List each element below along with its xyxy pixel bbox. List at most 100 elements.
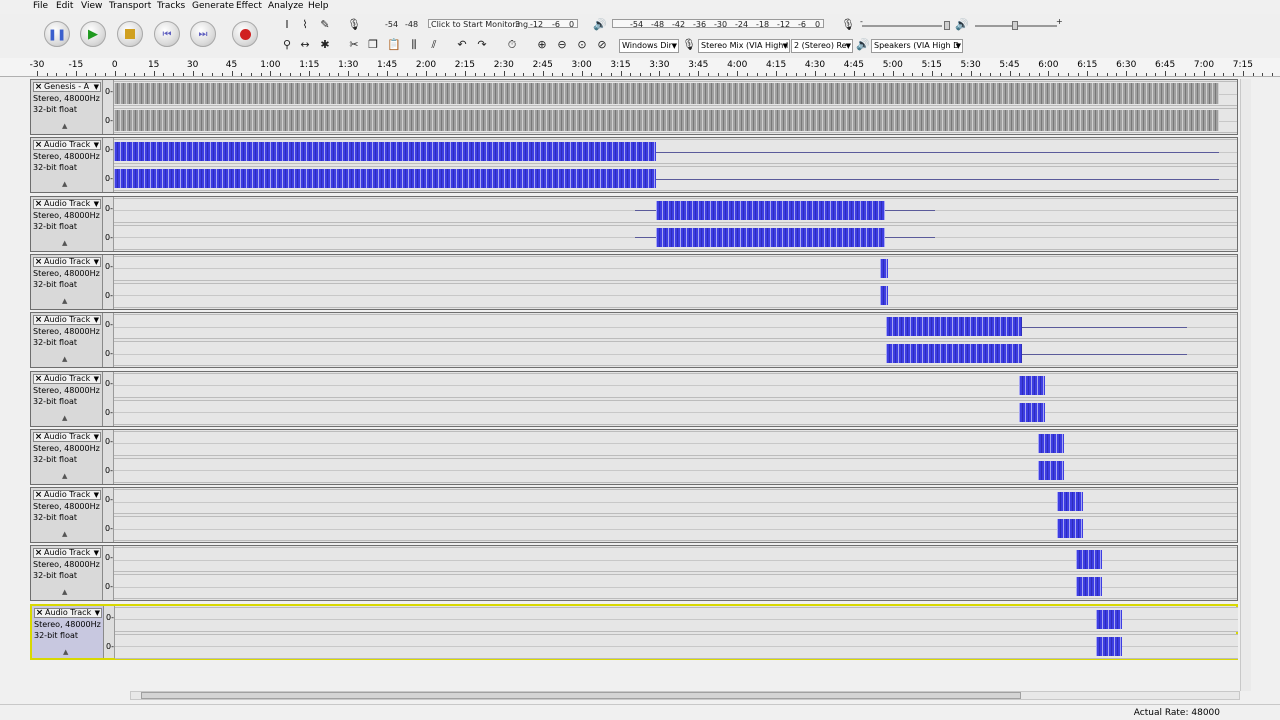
playback-device-dropdown[interactable]: Speakers (VIA High D ▼ [871, 39, 963, 53]
left-channel-lane[interactable] [115, 606, 1238, 632]
track-control-panel[interactable]: × Genesis - A ▼ Stereo, 48000Hz 32-bit float… [31, 80, 103, 134]
track-name-bar[interactable]: × Genesis - A ▼ [33, 82, 101, 92]
paste-icon[interactable]: 📋 [386, 37, 402, 53]
audio-host-dropdown[interactable]: Windows Dir ▼ [619, 39, 679, 53]
left-channel-lane[interactable] [114, 314, 1237, 340]
multi-tool-icon[interactable]: ✱ [317, 37, 333, 53]
track-name-bar[interactable]: × Audio Track ▼ [33, 315, 101, 326]
menu-generate[interactable]: Generate [192, 1, 234, 11]
right-channel-lane[interactable] [114, 457, 1237, 483]
waveform-clip[interactable] [114, 140, 656, 164]
waveform-clip[interactable] [880, 283, 888, 307]
timeline-ruler[interactable]: -30 -15 0 15 30 45 1:00 1:15 1:30 1:45 2:00 2:15 2:3… [0, 58, 1280, 77]
collapse-track-icon[interactable]: ▲ [62, 122, 67, 130]
chevron-down-icon[interactable]: ▼ [94, 315, 99, 325]
zoom-out-icon[interactable]: ⊖ [554, 37, 570, 53]
selection-tool-icon[interactable]: I [279, 17, 295, 33]
cut-icon[interactable]: ✂ [346, 37, 362, 53]
waveform-clip[interactable] [1057, 490, 1083, 514]
left-channel-lane[interactable] [114, 372, 1237, 398]
collapse-track-icon[interactable]: ▲ [62, 414, 67, 422]
record-button[interactable] [232, 21, 258, 47]
chevron-down-icon[interactable]: ▼ [94, 490, 99, 500]
track-control-panel[interactable]: × Audio Track ▼ Stereo, 48000Hz 32-bit float… [32, 605, 104, 658]
collapse-track-icon[interactable]: ▲ [62, 180, 67, 188]
track-control-panel[interactable]: × Audio Track ▼ Stereo, 48000Hz 32-bit float… [31, 429, 103, 484]
close-icon[interactable]: × [34, 199, 43, 209]
audio-track[interactable]: × Audio Track ▼ Stereo, 48000Hz 32-bit float… [30, 312, 1238, 369]
track-control-panel[interactable]: × Audio Track ▼ Stereo, 48000Hz 32-bit float… [31, 546, 103, 601]
waveform-clip[interactable] [1076, 548, 1102, 572]
track-control-panel[interactable]: × Audio Track ▼ Stereo, 48000Hz 32-bit float… [31, 313, 103, 368]
pause-button[interactable]: ❚❚ [44, 21, 70, 47]
left-channel-lane[interactable] [114, 430, 1237, 456]
waveform-clip[interactable] [1096, 634, 1122, 658]
left-channel-lane[interactable] [114, 197, 1237, 223]
track-control-panel[interactable]: × Audio Track ▼ Stereo, 48000Hz 32-bit float… [31, 488, 103, 543]
chevron-down-icon[interactable]: ▼ [94, 548, 99, 558]
menu-file[interactable]: File [33, 1, 48, 11]
right-channel-lane[interactable] [114, 516, 1237, 542]
record-meter-prompt[interactable]: Click to Start Monitoring [431, 20, 529, 29]
close-icon[interactable]: × [34, 374, 43, 384]
chevron-down-icon[interactable]: ▼ [94, 257, 99, 267]
menu-view[interactable]: View [81, 1, 102, 11]
timeshift-tool-icon[interactable]: ↔ [297, 37, 313, 53]
chevron-down-icon[interactable]: ▼ [94, 432, 99, 442]
waveform-clip[interactable] [880, 256, 888, 280]
speaker-icon[interactable]: 🔊 [592, 17, 608, 33]
horizontal-scrollbar[interactable] [130, 691, 1240, 700]
close-icon[interactable]: × [34, 315, 43, 325]
zoom-in-icon[interactable]: ⊕ [534, 37, 550, 53]
audio-track[interactable]: × Audio Track ▼ Stereo, 48000Hz 32-bit float… [30, 487, 1238, 544]
left-channel-lane[interactable] [114, 489, 1237, 515]
trim-icon[interactable]: ⫼ [406, 37, 422, 53]
menu-edit[interactable]: Edit [56, 1, 73, 11]
envelope-tool-icon[interactable]: ⌇ [297, 17, 313, 33]
menu-analyze[interactable]: Analyze [268, 1, 303, 11]
collapse-track-icon[interactable]: ▲ [62, 355, 67, 363]
collapse-track-icon[interactable]: ▲ [62, 588, 67, 596]
undo-icon[interactable]: ↶ [454, 37, 470, 53]
playback-volume-thumb[interactable] [1012, 21, 1018, 30]
waveform-clip[interactable] [1019, 373, 1045, 397]
waveform-clip[interactable] [114, 109, 1219, 132]
audio-track[interactable]: × Audio Track ▼ Stereo, 48000Hz 32-bit float… [30, 195, 1238, 252]
waveform-clip[interactable] [886, 315, 1022, 339]
close-icon[interactable]: × [35, 608, 44, 618]
audio-track[interactable]: × Audio Track ▼ Stereo, 48000Hz 32-bit float… [30, 545, 1238, 602]
chevron-down-icon[interactable]: ▼ [94, 140, 99, 150]
waveform-clip[interactable] [114, 82, 1219, 105]
collapse-track-icon[interactable]: ▲ [62, 239, 67, 247]
microphone-icon[interactable]: 🎙 [346, 17, 362, 33]
chevron-down-icon[interactable]: ▼ [94, 199, 99, 209]
waveform-clip[interactable] [1096, 607, 1122, 631]
waveform-clip[interactable] [1076, 575, 1102, 599]
copy-icon[interactable]: ❐ [365, 37, 381, 53]
right-channel-lane[interactable] [114, 108, 1237, 133]
track-name-bar[interactable]: × Audio Track ▼ [33, 198, 101, 209]
track-name-bar[interactable]: × Audio Track ▼ [34, 607, 102, 618]
fit-project-icon[interactable]: ⊘ [594, 37, 610, 53]
left-channel-lane[interactable] [114, 547, 1237, 573]
right-channel-lane[interactable] [114, 399, 1237, 425]
skip-to-end-button[interactable]: ⏭ [190, 21, 216, 47]
menu-transport[interactable]: Transport [109, 1, 151, 11]
audio-track[interactable]: × Audio Track ▼ Stereo, 48000Hz 32-bit float… [30, 137, 1238, 194]
track-control-panel[interactable]: × Audio Track ▼ Stereo, 48000Hz 32-bit float… [31, 138, 103, 193]
left-channel-lane[interactable] [114, 81, 1237, 106]
chevron-down-icon[interactable]: ▼ [95, 608, 100, 618]
collapse-track-icon[interactable]: ▲ [62, 530, 67, 538]
skip-to-start-button[interactable]: ⏮ [154, 21, 180, 47]
menu-tracks[interactable]: Tracks [157, 1, 185, 11]
stop-button[interactable] [117, 21, 143, 47]
chevron-down-icon[interactable]: ▼ [94, 374, 99, 384]
menu-help[interactable]: Help [308, 1, 329, 11]
audio-track[interactable]: × Audio Track ▼ Stereo, 48000Hz 32-bit float… [30, 253, 1238, 310]
track-control-panel[interactable]: × Audio Track ▼ Stereo, 48000Hz 32-bit float… [31, 196, 103, 251]
right-channel-lane[interactable] [114, 574, 1237, 600]
right-channel-lane[interactable] [114, 282, 1237, 308]
collapse-track-icon[interactable]: ▲ [62, 472, 67, 480]
collapse-track-icon[interactable]: ▲ [63, 648, 68, 656]
waveform-clip[interactable] [1038, 458, 1064, 482]
